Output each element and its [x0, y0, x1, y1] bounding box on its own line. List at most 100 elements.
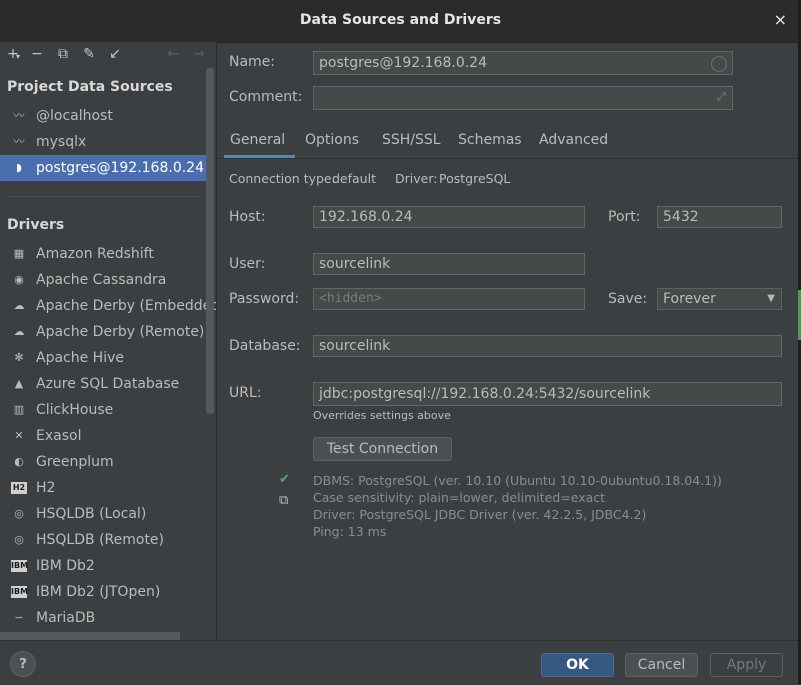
url-note: Overrides settings above — [313, 409, 451, 422]
driver-label: H2 — [36, 480, 56, 496]
tab-ssh-ssl[interactable]: SSH/SSL — [382, 124, 441, 157]
wrench-icon[interactable]: ✎ — [80, 45, 98, 63]
driver-item[interactable]: ☁ Apache Derby (Remote) — [0, 319, 206, 345]
help-button[interactable]: ? — [10, 651, 36, 677]
data-source-item[interactable]: 〰 mysqlx — [0, 129, 206, 155]
driver-item[interactable]: ◐ Greenplum — [0, 449, 206, 475]
left-vertical-scrollbar[interactable] — [206, 68, 214, 414]
driver-item[interactable]: ▦ Amazon Redshift — [0, 241, 206, 267]
user-label: User: — [229, 256, 266, 272]
bee-icon: ✻ — [14, 351, 24, 364]
result-dbms: DBMS: PostgreSQL (ver. 10.10 (Ubuntu 10.… — [313, 473, 722, 488]
expand-icon[interactable]: ⤢ — [717, 90, 726, 104]
driver-label: HSQLDB (Remote) — [36, 532, 165, 548]
driver-label: Greenplum — [36, 454, 114, 470]
close-icon[interactable]: × — [774, 10, 787, 29]
driver-item[interactable]: ☁ Apache Derby (Embedded) — [0, 293, 217, 319]
hsqldb-icon: ◎ — [14, 533, 24, 546]
dolphin-icon: 〰 — [13, 109, 25, 122]
tab-schemas[interactable]: Schemas — [458, 124, 522, 157]
driver-item[interactable]: ✻ Apache Hive — [0, 345, 206, 371]
driver-link[interactable]: PostgreSQL — [439, 171, 510, 186]
tab-general-label: General — [230, 132, 286, 148]
left-horizontal-scrollbar[interactable] — [0, 632, 180, 640]
active-tab-underline — [224, 155, 296, 158]
apply-button[interactable]: Apply — [710, 653, 783, 677]
name-label: Name: — [229, 54, 276, 70]
comment-label: Comment: — [229, 89, 303, 105]
port-field[interactable]: 5432 — [657, 206, 782, 228]
cancel-button[interactable]: Cancel — [625, 653, 698, 677]
duplicate-icon[interactable]: ⧉ — [54, 45, 72, 63]
driver-item[interactable]: ▥ ClickHouse — [0, 397, 206, 423]
port-label: Port: — [608, 209, 641, 225]
redshift-icon: ▦ — [13, 247, 25, 260]
data-source-label: @localhost — [36, 108, 113, 124]
driver-label: IBM Db2 — [36, 558, 95, 574]
left-panel: + ▾ − ⧉ ✎ ↙ ← → Project Data Sources 〰 @… — [0, 42, 217, 640]
driver-item[interactable]: ✕ Exasol — [0, 423, 206, 449]
tab-options[interactable]: Options — [305, 124, 359, 157]
right-panel: Name: postgres@192.168.0.24 Comment: ⤢ G… — [217, 42, 798, 640]
driver-label: Apache Derby (Embedded) — [36, 298, 217, 314]
save-select-value: Forever — [663, 291, 716, 307]
driver-item[interactable]: ◎ HSQLDB (Remote) — [0, 527, 206, 553]
x-icon: ✕ — [14, 429, 24, 442]
driver-label: Amazon Redshift — [36, 246, 154, 262]
copy-icon[interactable]: ⧉ — [279, 493, 288, 508]
user-field[interactable]: sourcelink — [313, 253, 585, 275]
host-label: Host: — [229, 209, 266, 225]
ibm-icon: IBM — [11, 586, 29, 598]
name-field[interactable]: postgres@192.168.0.24 — [313, 51, 733, 75]
driver-label: Azure SQL Database — [36, 376, 180, 392]
ok-button[interactable]: OK — [541, 653, 614, 677]
hsqldb-icon: ◎ — [14, 507, 24, 520]
import-icon[interactable]: ↙ — [106, 45, 124, 63]
ibm-icon: IBM — [11, 560, 29, 572]
color-picker-icon[interactable] — [711, 56, 727, 72]
url-field[interactable]: jdbc:postgresql://192.168.0.24:5432/sour… — [313, 382, 782, 406]
section-divider — [7, 196, 202, 197]
driver-item[interactable]: ◎ HSQLDB (Local) — [0, 501, 206, 527]
add-dropdown-icon[interactable]: ▾ — [14, 48, 22, 66]
project-data-sources-title: Project Data Sources — [7, 79, 173, 95]
password-field[interactable]: <hidden> — [313, 288, 585, 310]
driver-item[interactable]: H2 H2 — [0, 475, 206, 501]
database-field[interactable]: sourcelink — [313, 335, 782, 357]
host-field[interactable]: 192.168.0.24 — [313, 206, 585, 228]
driver-label: MariaDB — [36, 610, 96, 626]
save-label: Save: — [608, 291, 648, 307]
save-select[interactable]: Forever ▼ — [657, 288, 782, 310]
driver-item[interactable]: ◉ Apache Cassandra — [0, 267, 206, 293]
data-source-item-selected[interactable]: ◗ postgres@192.168.0.24 — [0, 155, 206, 181]
driver-item[interactable]: IBM IBM Db2 — [0, 553, 206, 579]
driver-label: IBM Db2 (JTOpen) — [36, 584, 161, 600]
hat-icon: ☁ — [13, 325, 25, 338]
result-case-sensitivity: Case sensitivity: plain=lower, delimited… — [313, 490, 606, 505]
data-source-item[interactable]: 〰 @localhost — [0, 103, 206, 129]
driver-item[interactable]: ▲ Azure SQL Database — [0, 371, 206, 397]
window-title: Data Sources and Drivers — [299, 12, 502, 28]
driver-label: HSQLDB (Local) — [36, 506, 147, 522]
back-arrow-icon[interactable]: ← — [164, 45, 182, 63]
driver-item[interactable]: IBM IBM Db2 (JTOpen) — [0, 579, 206, 605]
driver-label: ClickHouse — [36, 402, 114, 418]
forward-arrow-icon[interactable]: → — [190, 45, 208, 63]
footer: ? OK Cancel Apply — [0, 640, 798, 685]
dolphin-icon: 〰 — [13, 135, 25, 148]
title-bar: Data Sources and Drivers × — [0, 0, 801, 43]
driver-label: Apache Cassandra — [36, 272, 167, 288]
url-label: URL: — [229, 385, 262, 401]
tab-general[interactable]: General — [224, 124, 296, 158]
elephant-icon: ◗ — [16, 161, 22, 174]
driver-item[interactable]: ∽ MariaDB — [0, 605, 206, 631]
h2-icon: H2 — [11, 482, 27, 494]
comment-field[interactable] — [313, 86, 733, 110]
tab-bar: General Options SSH/SSL Schemas Advanced — [217, 124, 798, 159]
remove-icon[interactable]: − — [28, 45, 46, 63]
tab-advanced[interactable]: Advanced — [539, 124, 608, 157]
checkmark-icon: ✔ — [279, 472, 290, 487]
connection-type-link[interactable]: default — [332, 171, 376, 186]
test-connection-button[interactable]: Test Connection — [313, 437, 452, 461]
azure-icon: ▲ — [14, 377, 24, 390]
